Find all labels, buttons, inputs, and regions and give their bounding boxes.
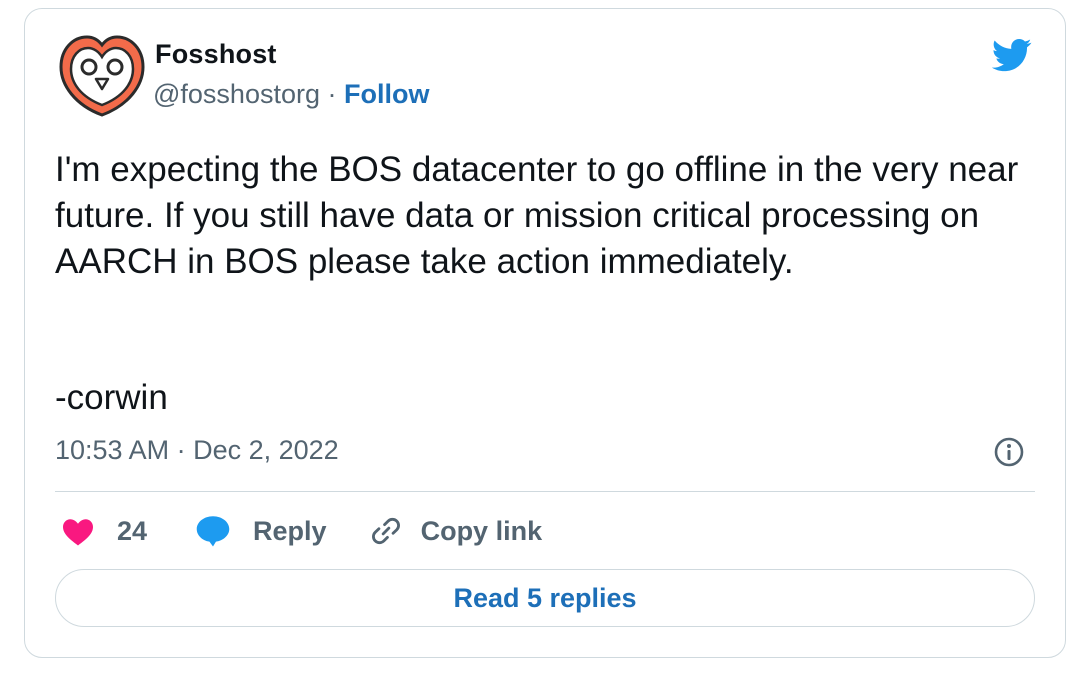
tweet-card: Fosshost @fosshostorg · Follow I'm expec… xyxy=(24,8,1066,658)
owl-logo-icon xyxy=(59,35,145,117)
separator-dot: · xyxy=(327,79,337,109)
display-name[interactable]: Fosshost xyxy=(155,39,277,70)
handle-row: @fosshostorg · Follow xyxy=(153,79,430,110)
tweet-text: I'm expecting the BOS datacenter to go o… xyxy=(55,147,1045,285)
reply-button[interactable]: Reply xyxy=(195,514,327,548)
reply-label: Reply xyxy=(253,515,327,546)
user-handle[interactable]: @fosshostorg xyxy=(153,79,320,109)
heart-icon xyxy=(63,519,93,546)
copy-link-label: Copy link xyxy=(420,515,543,546)
read-replies-button[interactable]: Read 5 replies xyxy=(55,569,1035,627)
avatar[interactable] xyxy=(55,27,149,121)
info-icon[interactable] xyxy=(993,436,1025,468)
tweet-body: I'm expecting the BOS datacenter to go o… xyxy=(55,150,1019,281)
speech-bubble-icon xyxy=(196,516,230,547)
action-bar: 24 Reply Copy link xyxy=(61,509,542,553)
divider xyxy=(55,491,1035,492)
twitter-bird-icon[interactable] xyxy=(989,35,1035,75)
like-button[interactable]: 24 xyxy=(61,516,147,547)
link-icon xyxy=(371,517,400,545)
like-count: 24 xyxy=(117,515,148,546)
tweet-timestamp[interactable]: 10:53 AM · Dec 2, 2022 xyxy=(55,435,339,466)
tweet-signature: -corwin xyxy=(55,378,168,417)
copy-link-button[interactable]: Copy link xyxy=(369,514,543,548)
follow-button[interactable]: Follow xyxy=(344,79,429,109)
